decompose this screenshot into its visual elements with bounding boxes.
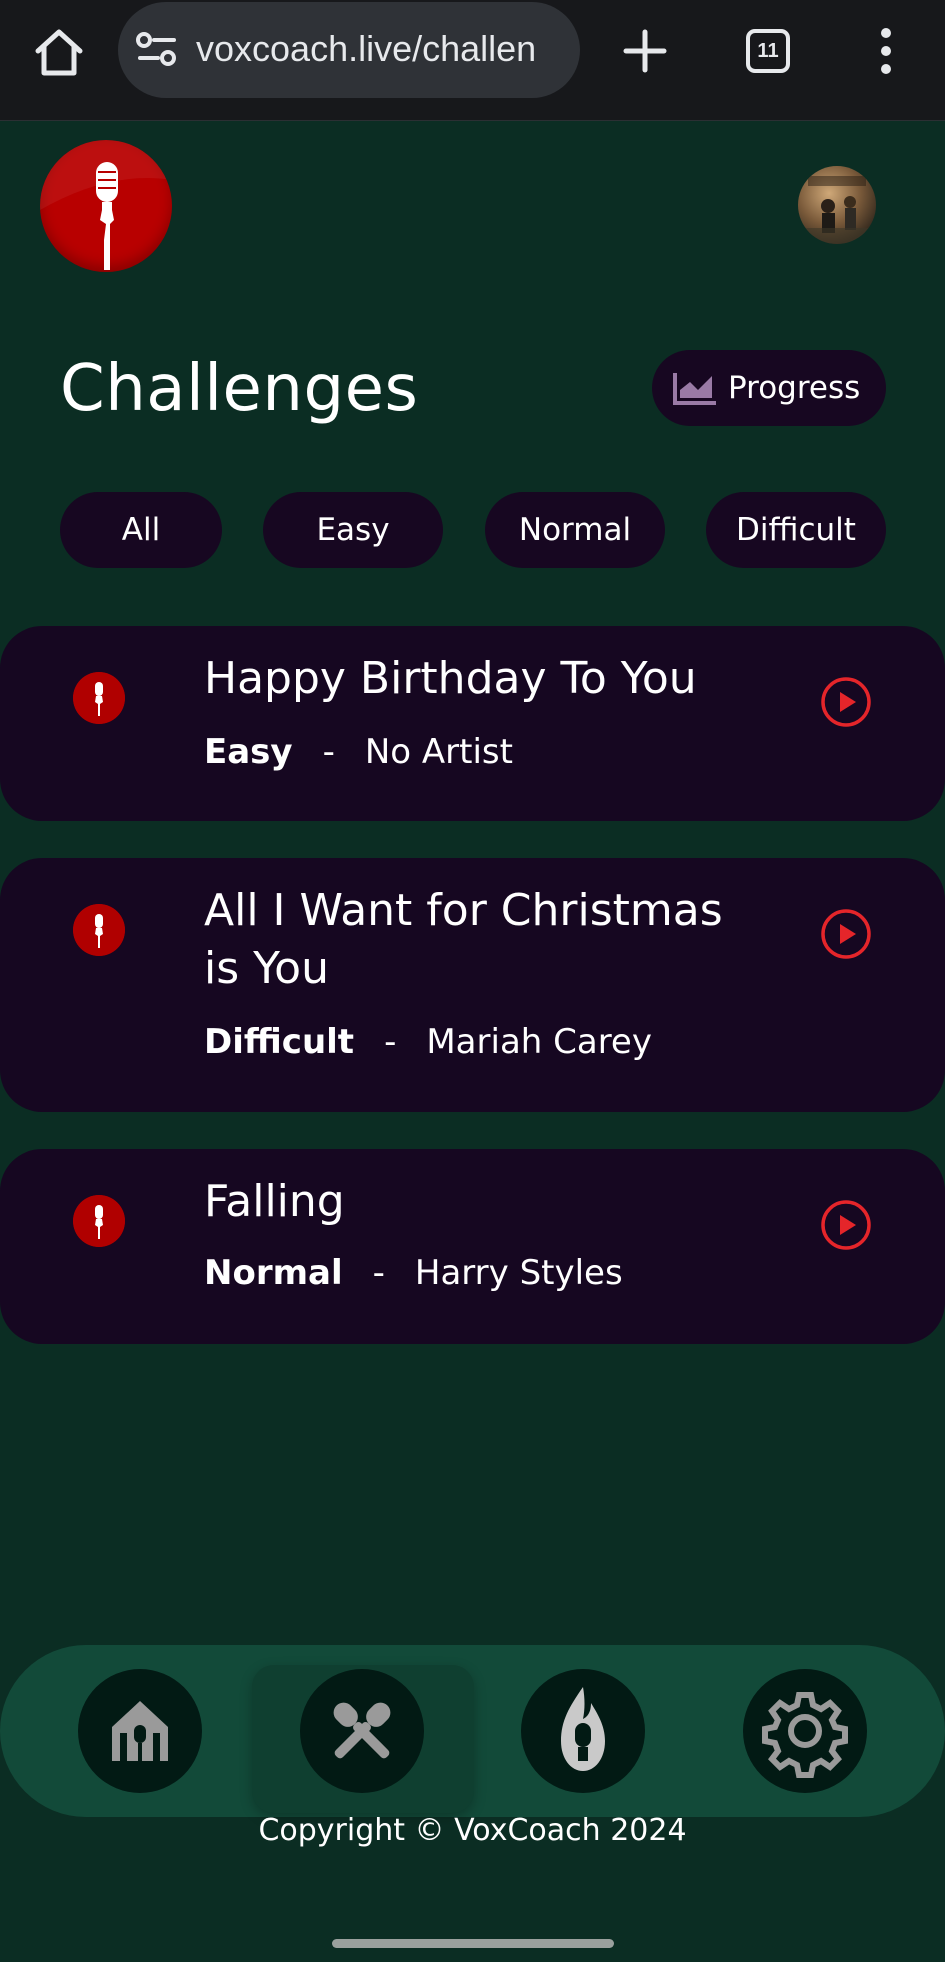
progress-button[interactable]: Progress	[652, 350, 886, 426]
crossed-mics-icon	[333, 1702, 391, 1759]
difficulty-label: Easy	[204, 732, 293, 772]
meta-separator: -	[372, 1253, 385, 1293]
home-mic-icon	[112, 1701, 168, 1761]
song-meta: Normal - Harry Styles	[204, 1253, 623, 1293]
address-bar[interactable]: voxcoach.live/challen	[118, 2, 580, 98]
microphone-icon	[73, 1195, 125, 1247]
song-title: All I Want for Christmas is You	[204, 885, 723, 994]
home-icon[interactable]	[32, 25, 86, 79]
difficulty-filters: All Easy Normal Difficult	[0, 492, 945, 568]
gesture-home-indicator[interactable]	[332, 1939, 614, 1948]
play-icon[interactable]	[820, 908, 872, 960]
avatar-photo	[798, 176, 876, 244]
nav-home-button[interactable]	[78, 1669, 202, 1793]
bottom-navigation	[0, 1645, 945, 1817]
challenge-card[interactable]: Happy Birthday To You Easy - No Artist	[0, 626, 945, 821]
progress-label: Progress	[728, 370, 861, 406]
challenge-card[interactable]: Falling Normal - Harry Styles	[0, 1149, 945, 1344]
copyright-text: Copyright © VoxCoach 2024	[258, 1813, 687, 1848]
meta-separator: -	[384, 1022, 397, 1062]
song-meta: Easy - No Artist	[204, 732, 513, 772]
app-logo[interactable]	[40, 140, 172, 272]
meta-separator: -	[322, 732, 335, 772]
browser-toolbar: voxcoach.live/challen 11	[0, 0, 945, 121]
filter-difficult[interactable]: Difficult	[706, 492, 886, 568]
play-icon[interactable]	[820, 1199, 872, 1251]
song-meta: Difficult - Mariah Carey	[204, 1022, 652, 1062]
user-avatar[interactable]	[798, 166, 876, 244]
more-menu-icon[interactable]	[872, 26, 900, 76]
page-title: Challenges	[60, 352, 419, 426]
new-tab-icon[interactable]	[620, 26, 670, 76]
tab-switcher-button[interactable]: 11	[746, 29, 790, 73]
artist-label: Harry Styles	[414, 1253, 623, 1293]
difficulty-label: Normal	[204, 1253, 343, 1293]
artist-label: Mariah Carey	[426, 1022, 652, 1062]
nav-challenges-button[interactable]	[300, 1669, 424, 1793]
filter-normal[interactable]: Normal	[485, 492, 665, 568]
challenge-card[interactable]: All I Want for Christmas is You Difficul…	[0, 858, 945, 1112]
nav-settings-button[interactable]	[743, 1669, 867, 1793]
song-title: Happy Birthday To You	[204, 653, 697, 704]
filter-all[interactable]: All	[60, 492, 222, 568]
microphone-icon	[73, 672, 125, 724]
microphone-logo-icon	[40, 140, 172, 270]
url-text[interactable]: voxcoach.live/challen	[196, 28, 566, 72]
chart-line-icon	[673, 373, 716, 405]
nav-flame-button[interactable]	[521, 1669, 645, 1793]
gear-icon	[762, 1692, 848, 1778]
song-title: Falling	[204, 1176, 345, 1227]
difficulty-label: Difficult	[204, 1022, 355, 1062]
play-icon[interactable]	[820, 676, 872, 728]
flame-mic-icon	[561, 1687, 605, 1771]
site-settings-icon[interactable]	[136, 32, 178, 68]
filter-easy[interactable]: Easy	[263, 492, 443, 568]
microphone-icon	[73, 904, 125, 956]
artist-label: No Artist	[364, 732, 513, 772]
